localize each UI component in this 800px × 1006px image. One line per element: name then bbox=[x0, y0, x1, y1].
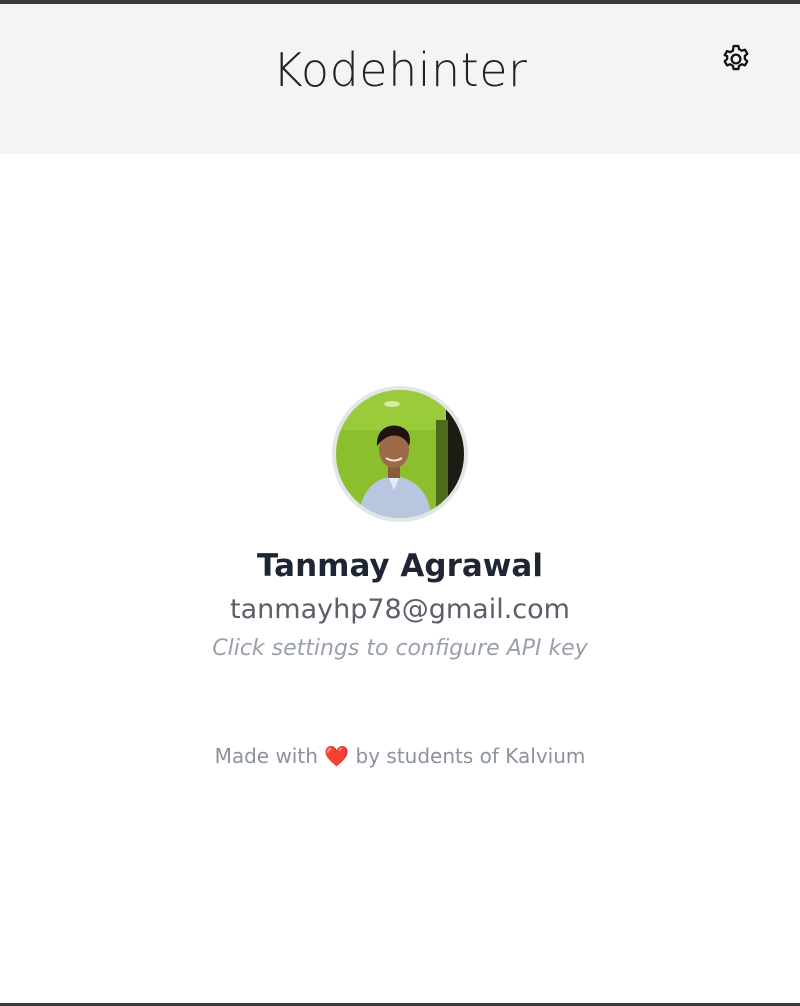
app-header: Kodehinter bbox=[0, 4, 800, 154]
footer-suffix: by students of Kalvium bbox=[355, 744, 586, 768]
api-key-hint: Click settings to configure API key bbox=[212, 636, 588, 661]
gear-icon bbox=[719, 42, 753, 80]
avatar bbox=[332, 386, 468, 522]
avatar-photo bbox=[336, 390, 464, 518]
user-name: Tanmay Agrawal bbox=[257, 548, 543, 584]
app-title: Kodehinter bbox=[272, 43, 528, 97]
footer-credit: Made with ❤️ by students of Kalvium bbox=[0, 742, 800, 770]
settings-button[interactable] bbox=[716, 41, 756, 81]
footer-prefix: Made with bbox=[214, 744, 318, 768]
heart-icon: ❤️ bbox=[324, 744, 350, 768]
user-email: tanmayhp78@gmail.com bbox=[230, 594, 570, 625]
